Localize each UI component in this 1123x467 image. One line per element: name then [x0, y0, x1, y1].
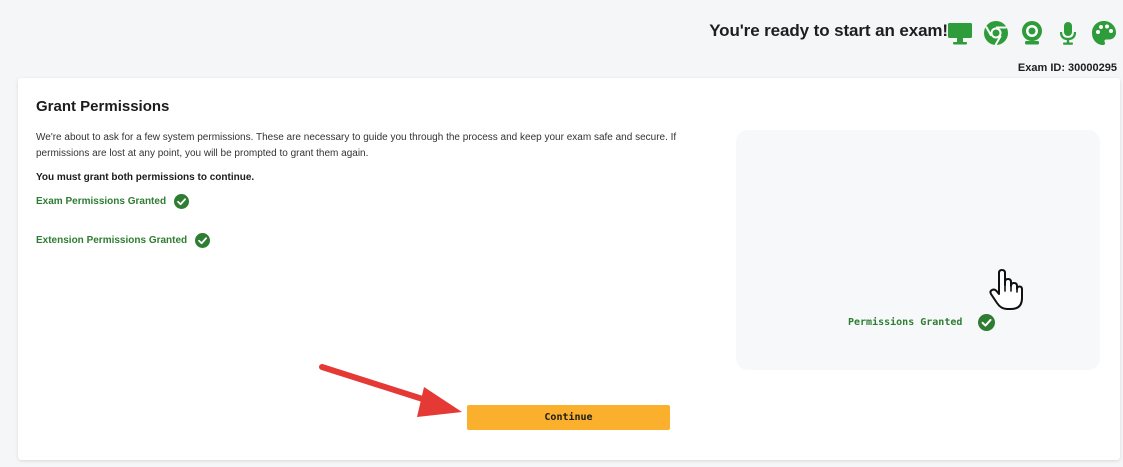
pointer-hand-icon	[986, 268, 1026, 312]
page-title: Grant Permissions	[36, 98, 170, 115]
check-circle-icon	[174, 194, 190, 209]
check-circle-icon	[195, 233, 211, 248]
microphone-icon	[1055, 20, 1081, 46]
extension-permission-label: Extension Permissions Granted	[36, 235, 188, 246]
exam-id: Exam ID: 30000295	[1017, 62, 1117, 74]
continue-button[interactable]: Continue	[467, 405, 670, 430]
permission-preview-panel: Permissions Granted	[736, 130, 1100, 370]
intro-text: We're about to ask for a few system perm…	[36, 132, 677, 159]
grant-permissions-card: Grant Permissions We're about to ask for…	[18, 78, 1120, 460]
chrome-icon	[983, 20, 1009, 46]
red-arrow-annotation	[312, 362, 462, 422]
extension-permission-status: Extension Permissions Granted	[36, 233, 211, 248]
system-status-icons	[947, 18, 1117, 48]
monitor-icon	[947, 20, 973, 46]
preview-status-label: Permissions Granted	[848, 317, 963, 328]
ready-status-text: You're ready to start an exam!	[709, 21, 948, 40]
palette-icon	[1091, 20, 1117, 46]
exam-permission-status: Exam Permissions Granted	[36, 194, 190, 209]
check-circle-icon	[978, 314, 996, 331]
requirement-text: You must grant both permissions to conti…	[36, 172, 255, 183]
preview-permissions-status: Permissions Granted	[848, 314, 996, 331]
webcam-icon	[1019, 20, 1045, 46]
top-bar: You're ready to start an exam! Exam ID: …	[0, 0, 1123, 78]
exam-permission-label: Exam Permissions Granted	[36, 196, 167, 207]
